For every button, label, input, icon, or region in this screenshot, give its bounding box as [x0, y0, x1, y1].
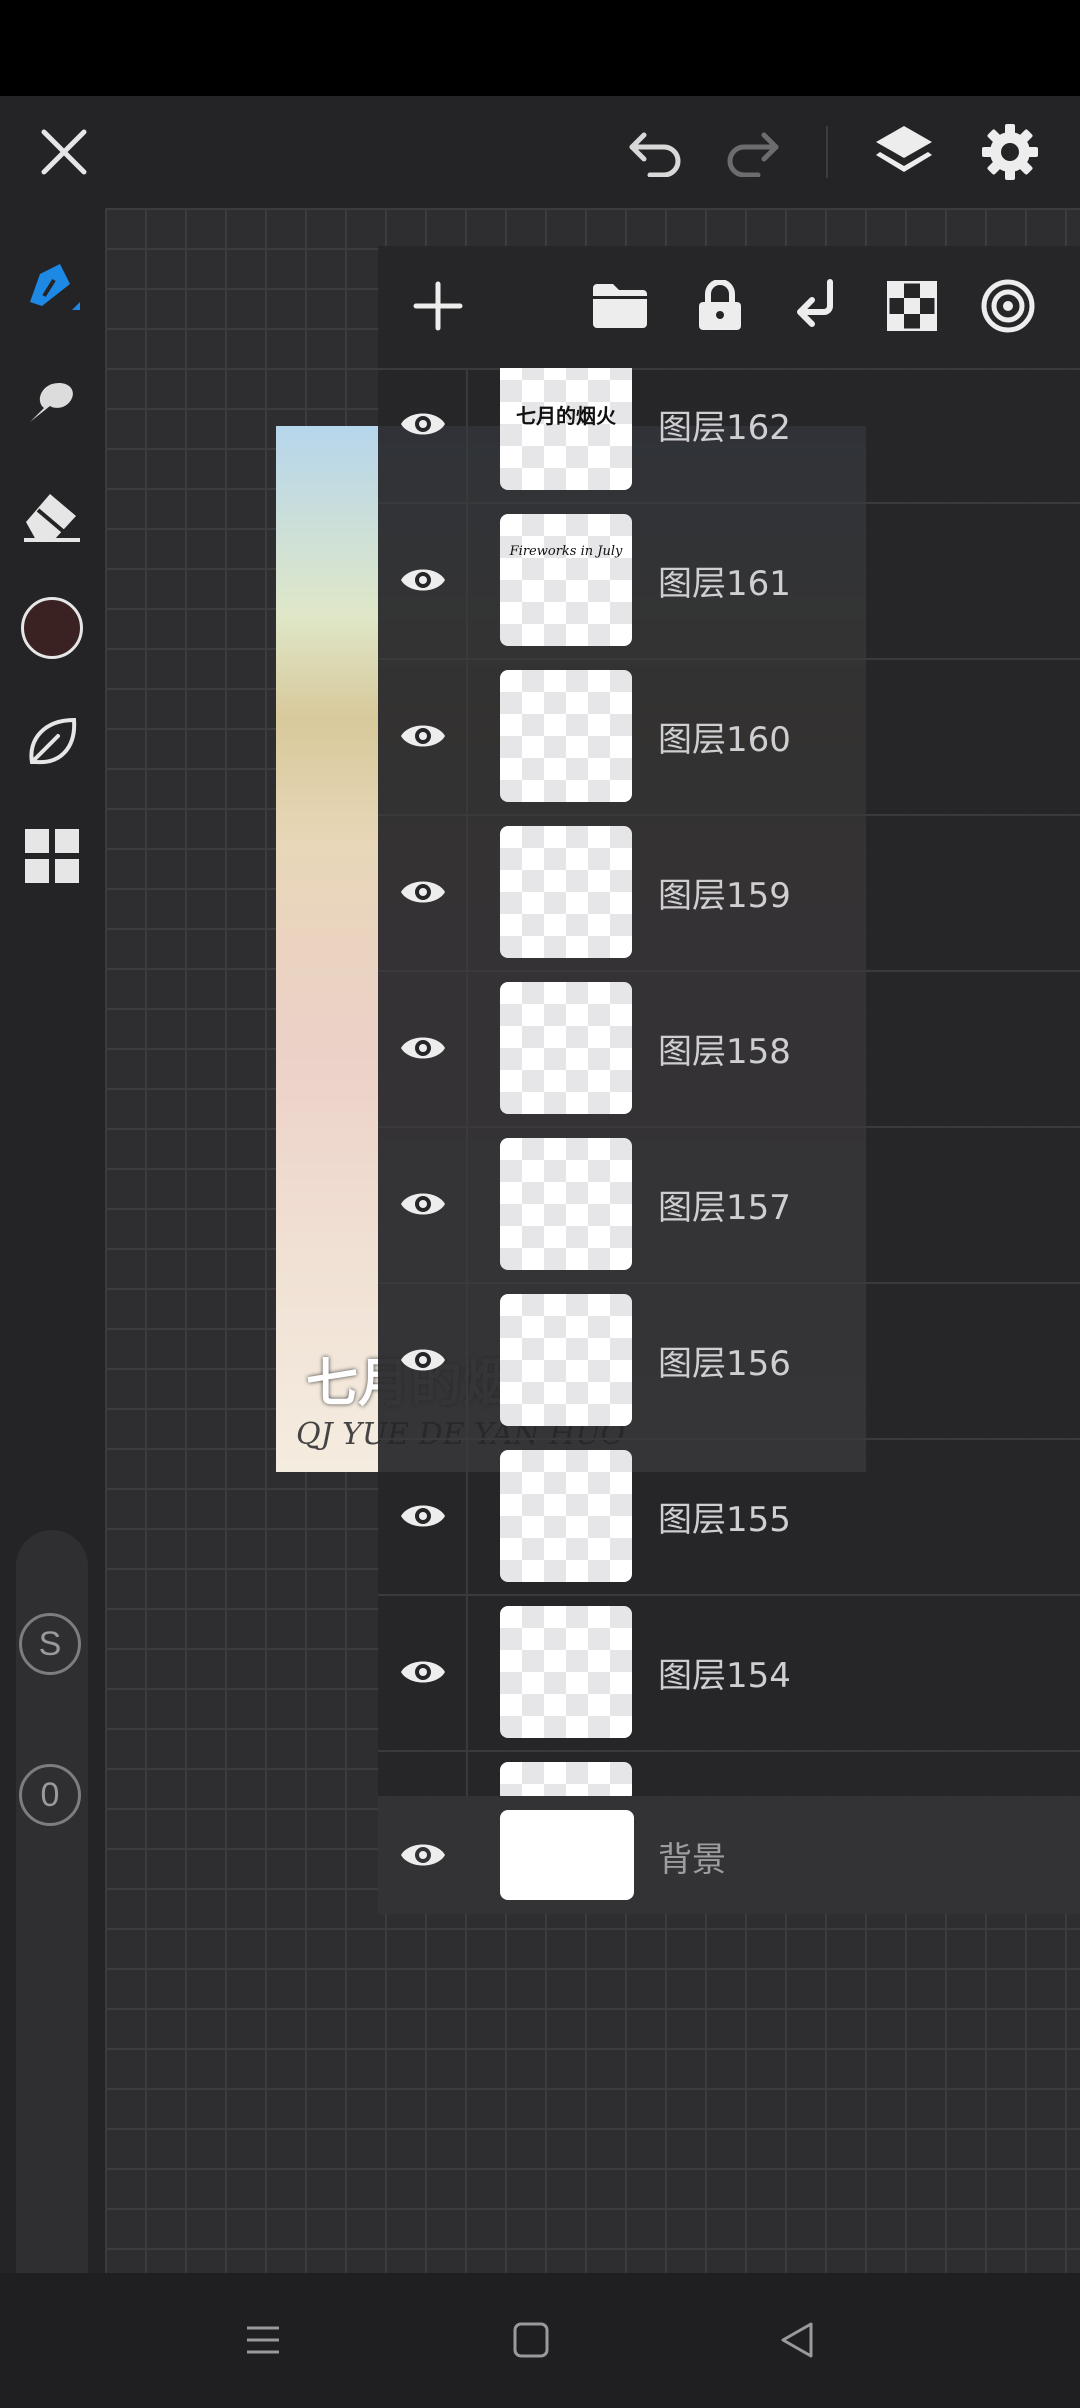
opacity-badge[interactable]: 0	[19, 1764, 81, 1826]
thumbnail-text: 七月的烟火	[516, 404, 616, 428]
eye-icon[interactable]	[398, 1647, 448, 1697]
layer-row[interactable]: 图层155	[378, 1438, 1080, 1596]
lock-icon[interactable]	[680, 266, 760, 346]
thumbnail-text: Fireworks in July	[509, 544, 623, 559]
eye-icon[interactable]	[398, 1179, 448, 1229]
layer-row[interactable]: 图层154	[378, 1594, 1080, 1752]
toolbar-divider	[826, 126, 828, 178]
layer-row[interactable]: 图层157	[378, 1126, 1080, 1284]
layer-thumbnail	[500, 1606, 632, 1738]
eye-icon[interactable]	[398, 399, 448, 449]
layer-name: 图层158	[658, 1032, 791, 1072]
layers-icon[interactable]	[866, 114, 942, 190]
layer-row[interactable]: 图层158	[378, 970, 1080, 1128]
layer-thumbnail: Fireworks in July	[500, 514, 632, 646]
layer-name: 图层155	[658, 1500, 791, 1540]
layers-toolbar	[378, 246, 1080, 370]
left-toolbar: S 0	[0, 208, 105, 2342]
layer-name: 图层160	[658, 720, 791, 760]
leaf-icon[interactable]	[12, 702, 92, 782]
layer-name: 图层159	[658, 876, 791, 916]
redo-icon[interactable]	[718, 118, 786, 186]
layer-name: 图层157	[658, 1188, 791, 1228]
layer-name: 图层161	[658, 564, 791, 604]
system-nav-bar	[0, 2273, 1080, 2408]
layer-row[interactable]: 图层156	[378, 1282, 1080, 1440]
eye-icon[interactable]	[398, 711, 448, 761]
menu-icon[interactable]	[228, 2305, 298, 2375]
layer-effects-icon[interactable]	[968, 266, 1048, 346]
layer-row[interactable]: 图层159	[378, 814, 1080, 972]
eye-icon[interactable]	[398, 555, 448, 605]
size-badge[interactable]: S	[19, 1613, 81, 1675]
eraser-icon[interactable]	[12, 474, 92, 554]
eye-icon[interactable]	[398, 1491, 448, 1541]
layer-name: 图层154	[658, 1656, 791, 1696]
current-color	[21, 597, 83, 659]
layer-list[interactable]: 七月的烟火 图层162 Fireworks in July 图层161 图层160 图层1…	[378, 368, 1080, 1796]
layer-thumbnail	[500, 670, 632, 802]
layer-thumbnail	[500, 982, 632, 1114]
layer-thumbnail	[500, 1810, 634, 1900]
back-icon[interactable]	[762, 2305, 832, 2375]
eye-icon[interactable]	[398, 1830, 448, 1880]
settings-icon[interactable]	[972, 114, 1048, 190]
grid-icon[interactable]	[12, 816, 92, 896]
layer-row[interactable]: 七月的烟火 图层162	[378, 368, 1080, 504]
eye-icon[interactable]	[398, 1023, 448, 1073]
brush-icon[interactable]	[12, 246, 92, 326]
layer-thumbnail	[500, 1762, 632, 1796]
status-bar	[0, 0, 1080, 96]
layer-thumbnail	[500, 1138, 632, 1270]
folder-icon[interactable]	[580, 266, 660, 346]
transparency-icon[interactable]	[872, 266, 952, 346]
home-icon[interactable]	[496, 2305, 566, 2375]
layer-thumbnail	[500, 826, 632, 958]
close-icon[interactable]	[30, 118, 98, 186]
merge-down-icon[interactable]	[776, 266, 856, 346]
layer-row[interactable]: 图层160	[378, 658, 1080, 816]
smudge-icon[interactable]	[12, 360, 92, 440]
background-layer-row[interactable]: 背景	[378, 1796, 1080, 1914]
eye-icon[interactable]	[398, 1335, 448, 1385]
color-swatch[interactable]	[12, 588, 92, 668]
layer-name: 图层156	[658, 1344, 791, 1384]
layer-thumbnail	[500, 1450, 632, 1582]
add-layer-icon[interactable]	[398, 266, 478, 346]
layers-panel: 七月的烟火 图层162 Fireworks in July 图层161 图层160 图层1…	[378, 246, 1080, 1914]
layer-thumbnail: 七月的烟火	[500, 368, 632, 490]
layer-name: 图层162	[658, 408, 791, 448]
undo-icon[interactable]	[622, 118, 690, 186]
top-bar	[0, 96, 1080, 208]
layer-row[interactable]: Fireworks in July 图层161	[378, 502, 1080, 660]
layer-thumbnail	[500, 1294, 632, 1426]
eye-icon[interactable]	[398, 867, 448, 917]
layer-name: 背景	[658, 1840, 726, 1880]
